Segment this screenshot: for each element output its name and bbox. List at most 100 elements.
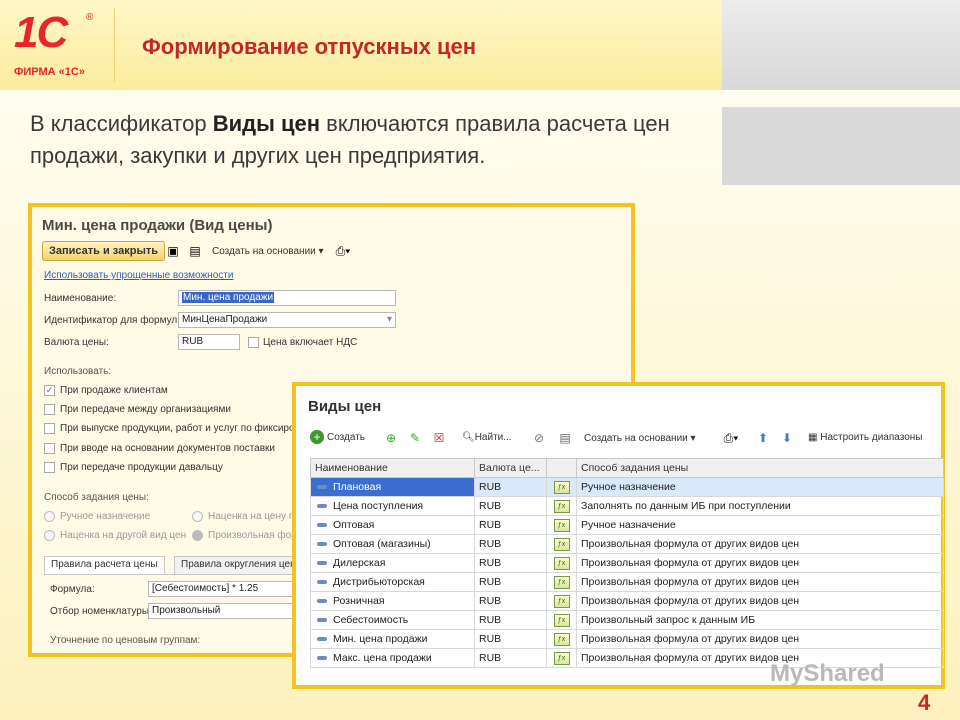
- table-row[interactable]: Розничная RUB ƒx Произвольная формула от др…: [310, 591, 944, 611]
- cell-icon[interactable]: ƒx: [546, 572, 577, 592]
- cell-method[interactable]: Ручное назначение: [576, 515, 944, 535]
- table-row[interactable]: Дилерская RUB ƒx Произвольная формула от др…: [310, 553, 944, 573]
- cell-method[interactable]: Заполнять по данным ИБ при поступлении: [576, 496, 944, 516]
- edit-icon[interactable]: ✎: [408, 431, 422, 445]
- col-currency[interactable]: Валюта це...: [474, 458, 547, 478]
- checkbox-supply-docs[interactable]: [44, 443, 55, 454]
- header-gray-panel: [722, 0, 960, 90]
- cell-icon[interactable]: ƒx: [546, 629, 577, 649]
- radio-markup-other[interactable]: [44, 530, 55, 541]
- cell-method[interactable]: Произвольный запрос к данным ИБ: [576, 610, 944, 630]
- list-icon[interactable]: ▤: [558, 431, 572, 445]
- cell-currency[interactable]: RUB: [474, 534, 547, 554]
- row-name: Себестоимость: [333, 614, 409, 626]
- vat-checkbox[interactable]: [248, 337, 259, 348]
- move-up-icon[interactable]: ⬆: [756, 431, 770, 445]
- list-icon[interactable]: ▤: [188, 244, 202, 258]
- cell-method[interactable]: Произвольная формула от других видов цен: [576, 572, 944, 592]
- col-name[interactable]: Наименование: [310, 458, 475, 478]
- formula-label: Формула:: [50, 584, 95, 595]
- cell-icon[interactable]: ƒx: [546, 515, 577, 535]
- cell-name[interactable]: Дистрибьюторская: [310, 572, 475, 592]
- checkbox-sales[interactable]: ✓: [44, 385, 55, 396]
- cell-method[interactable]: Произвольная формула от других видов цен: [576, 534, 944, 554]
- cell-name[interactable]: Мин. цена продажи: [310, 629, 475, 649]
- cell-name[interactable]: Цена поступления: [310, 496, 475, 516]
- cell-icon[interactable]: ƒx: [546, 591, 577, 611]
- table-row[interactable]: Цена поступления RUB ƒx Заполнять по данным…: [310, 496, 944, 516]
- cell-method[interactable]: Ручное назначение: [576, 477, 944, 497]
- table-body: Плановая RUB ƒx Ручное назначение Цена посту…: [310, 477, 944, 668]
- find-button[interactable]: 🔍︎Найти...: [462, 432, 512, 443]
- filter-field[interactable]: Произвольный: [148, 603, 298, 619]
- cell-name[interactable]: Дилерская: [310, 553, 475, 573]
- formula-value: [Себестоимость] * 1.25: [152, 583, 259, 594]
- cell-currency[interactable]: RUB: [474, 477, 547, 497]
- cell-currency[interactable]: RUB: [474, 572, 547, 592]
- cell-currency[interactable]: RUB: [474, 496, 547, 516]
- cell-method[interactable]: Произвольная формула от других видов цен: [576, 553, 944, 573]
- cell-icon[interactable]: ƒx: [546, 553, 577, 573]
- print-menu-icon[interactable]: ⎙▾: [720, 431, 742, 445]
- calc-method-icon: ƒx: [553, 556, 570, 570]
- create-button[interactable]: + Создать: [310, 430, 365, 444]
- formula-field[interactable]: [Себестоимость] * 1.25: [148, 581, 298, 597]
- create-based-dropdown[interactable]: Создать на основании ▾: [212, 246, 324, 257]
- item-icon: [317, 655, 327, 660]
- formula-id-value: МинЦенаПродажи: [182, 314, 268, 325]
- cell-name[interactable]: Себестоимость: [310, 610, 475, 630]
- table-row[interactable]: Дистрибьюторская RUB ƒx Произвольная формул…: [310, 572, 944, 592]
- tab-calc-rules[interactable]: Правила расчета цены: [44, 556, 165, 574]
- method-label: Способ задания цены:: [44, 492, 149, 503]
- checkbox-intercompany[interactable]: [44, 404, 55, 415]
- cell-currency[interactable]: RUB: [474, 553, 547, 573]
- cell-currency[interactable]: RUB: [474, 515, 547, 535]
- cell-icon[interactable]: ƒx: [546, 534, 577, 554]
- table-row[interactable]: Оптовая RUB ƒx Ручное назначение: [310, 515, 944, 535]
- print-menu-icon[interactable]: ⎙▾: [332, 244, 354, 258]
- col-icon[interactable]: [546, 458, 577, 478]
- cell-currency[interactable]: RUB: [474, 591, 547, 611]
- table-row[interactable]: Оптовая (магазины) RUB ƒx Произвольная форм…: [310, 534, 944, 554]
- radio-markup-price[interactable]: [192, 511, 203, 522]
- cell-currency[interactable]: RUB: [474, 629, 547, 649]
- table-row[interactable]: Плановая RUB ƒx Ручное назначение: [310, 477, 944, 497]
- move-down-icon[interactable]: ⬇: [780, 431, 794, 445]
- simple-mode-link[interactable]: Использовать упрощенные возможности: [44, 270, 233, 281]
- cell-currency[interactable]: RUB: [474, 648, 547, 668]
- cell-name[interactable]: Оптовая: [310, 515, 475, 535]
- tab-rounding-rules[interactable]: Правила округления цен: [174, 556, 303, 574]
- save-and-close-button[interactable]: Записать и закрыть: [42, 241, 166, 261]
- formula-id-field[interactable]: МинЦенаПродажи ▾: [178, 312, 396, 328]
- radio-manual[interactable]: [44, 511, 55, 522]
- row-name: Макс. цена продажи: [333, 652, 432, 664]
- cell-icon[interactable]: ƒx: [546, 477, 577, 497]
- table-row[interactable]: Мин. цена продажи RUB ƒx Произвольная форму…: [310, 629, 944, 649]
- save-icon[interactable]: ▣: [166, 244, 180, 258]
- cell-method[interactable]: Произвольная формула от других видов цен: [576, 629, 944, 649]
- cell-currency[interactable]: RUB: [474, 610, 547, 630]
- col-method[interactable]: Способ задания цены: [576, 458, 944, 478]
- table-row[interactable]: Себестоимость RUB ƒx Произвольный запрос к …: [310, 610, 944, 630]
- cancel-search-icon[interactable]: ⊘: [532, 431, 546, 445]
- cell-name[interactable]: Плановая: [310, 477, 475, 497]
- cell-method[interactable]: Произвольная формула от других видов цен: [576, 591, 944, 611]
- cell-name[interactable]: Оптовая (магазины): [310, 534, 475, 554]
- currency-field[interactable]: RUB: [178, 334, 240, 350]
- checkbox-tolling[interactable]: [44, 462, 55, 473]
- create-based-dropdown[interactable]: Создать на основании ▾: [584, 433, 696, 444]
- cell-method[interactable]: Произвольная формула от других видов цен: [576, 648, 944, 668]
- cell-icon[interactable]: ƒx: [546, 610, 577, 630]
- delete-icon[interactable]: ☒: [432, 431, 446, 445]
- configure-ranges-button[interactable]: ▦ Настроить диапазоны: [808, 432, 922, 443]
- cell-icon[interactable]: ƒx: [546, 648, 577, 668]
- cell-name[interactable]: Макс. цена продажи: [310, 648, 475, 668]
- radio-custom-formula[interactable]: [192, 530, 203, 541]
- cell-icon[interactable]: ƒx: [546, 496, 577, 516]
- checkbox-production[interactable]: [44, 423, 55, 434]
- copy-icon[interactable]: ⊕: [384, 431, 398, 445]
- name-field[interactable]: Мин. цена продажи: [178, 290, 396, 306]
- chevron-down-icon[interactable]: ▾: [387, 313, 392, 327]
- configure-ranges-label: Настроить диапазоны: [820, 432, 923, 443]
- cell-name[interactable]: Розничная: [310, 591, 475, 611]
